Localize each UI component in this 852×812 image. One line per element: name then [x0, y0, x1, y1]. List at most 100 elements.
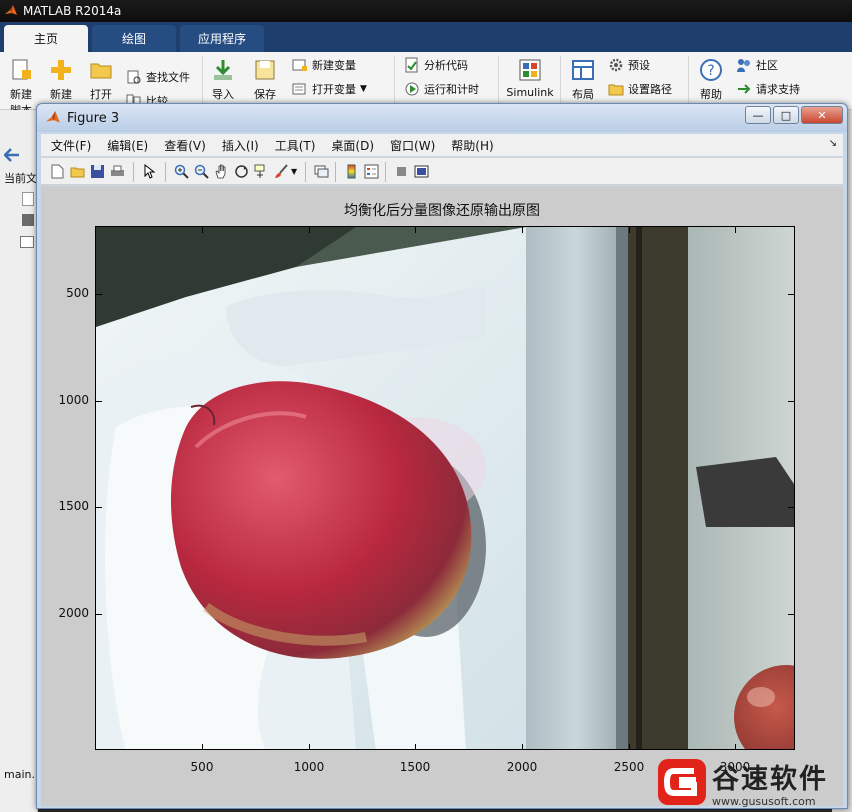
import-button[interactable]: 导入 — [204, 58, 242, 102]
x-tick-mark — [202, 744, 203, 750]
y-tick-label: 500 — [66, 286, 89, 300]
community-label: 社区 — [756, 59, 778, 72]
find-files-button[interactable]: 查找文件 — [126, 68, 190, 86]
menu-view[interactable]: 查看(V) — [164, 137, 206, 154]
pointer-icon — [144, 164, 156, 179]
plus-icon — [51, 60, 71, 80]
x-tick-label: 2000 — [506, 760, 538, 774]
community-icon — [737, 59, 750, 72]
community-button[interactable]: 社区 — [736, 56, 778, 74]
zoom-in-icon — [174, 164, 189, 179]
y-tick-mark — [96, 507, 102, 508]
link-plot-button[interactable] — [313, 163, 330, 180]
ribbon-tab-bar: 主页 绘图 应用程序 — [0, 22, 852, 52]
new-label: 新建 — [50, 88, 72, 101]
current-folder-panel: 当前文 main. — [0, 110, 38, 812]
pan-button[interactable] — [213, 163, 230, 180]
menu-edit[interactable]: 编辑(E) — [107, 137, 148, 154]
tab-apps[interactable]: 应用程序 — [180, 25, 264, 52]
new-variable-button[interactable]: 新建变量 — [292, 56, 356, 74]
insert-colorbar-button[interactable] — [343, 163, 360, 180]
y-tick-mark — [788, 401, 794, 402]
run-and-time-button[interactable]: 运行和计时 — [404, 80, 479, 98]
toolbar-separator — [165, 162, 166, 182]
editor-file-tab[interactable]: main. — [4, 768, 35, 781]
save-button[interactable]: 保存 — [246, 58, 284, 102]
matlab-logo-icon — [46, 111, 60, 123]
figure-window: Figure 3 — □ ✕ 文件(F) 编辑(E) 查看(V) 插入(I) 工… — [36, 103, 848, 809]
plot-title: 均衡化后分量图像还原输出原图 — [344, 203, 540, 219]
edit-plot-button[interactable] — [141, 163, 158, 180]
x-tick-mark — [735, 227, 736, 233]
printer-icon — [111, 165, 124, 176]
y-tick-mark — [96, 614, 102, 615]
open-variable-button[interactable]: 打开变量 ▼ — [292, 80, 367, 98]
figure-canvas: 均衡化后分量图像还原输出原图 500 1000 1500 2000 500 10… — [41, 186, 843, 806]
y-tick-label: 1500 — [58, 499, 89, 513]
menu-tools[interactable]: 工具(T) — [275, 137, 316, 154]
chevron-down-icon[interactable]: ▼ — [291, 167, 297, 176]
new-figure-button[interactable] — [49, 163, 66, 180]
image-file-icon[interactable] — [20, 236, 34, 248]
analyze-code-button[interactable]: 分析代码 — [404, 56, 468, 74]
analyze-code-label: 分析代码 — [424, 59, 468, 72]
insert-legend-button[interactable] — [363, 163, 380, 180]
new-variable-icon — [292, 59, 307, 71]
open-button[interactable]: 打开 — [82, 58, 120, 102]
new-button[interactable]: 新建 — [42, 58, 80, 102]
layout-label: 布局 — [572, 88, 594, 101]
request-support-label: 请求支持 — [756, 83, 800, 96]
menu-desktop[interactable]: 桌面(D) — [331, 137, 374, 154]
open-file-button[interactable] — [69, 163, 86, 180]
support-icon — [738, 84, 751, 94]
save-figure-button[interactable] — [89, 163, 106, 180]
image-axes[interactable] — [95, 226, 795, 750]
tab-plots[interactable]: 绘图 — [92, 25, 176, 52]
simulink-button[interactable]: Simulink — [504, 58, 556, 99]
minimize-button[interactable]: — — [745, 106, 771, 124]
zoom-out-button[interactable] — [193, 163, 210, 180]
maximize-button[interactable]: □ — [773, 106, 799, 124]
close-button[interactable]: ✕ — [801, 106, 843, 124]
show-plot-tools-button[interactable] — [413, 163, 430, 180]
new-file-icon — [51, 164, 64, 179]
dock-arrow-icon[interactable]: ↘ — [829, 138, 837, 149]
menu-help[interactable]: 帮助(H) — [451, 137, 493, 154]
layout-button[interactable]: 布局 — [564, 58, 602, 102]
import-icon — [214, 60, 232, 80]
menu-window[interactable]: 窗口(W) — [390, 137, 435, 154]
open-variable-icon — [292, 83, 306, 95]
data-cursor-button[interactable] — [253, 163, 270, 180]
file-icon[interactable] — [22, 192, 34, 206]
hide-plot-tools-button[interactable] — [393, 163, 410, 180]
x-tick-label: 1000 — [293, 760, 325, 774]
brush-button[interactable] — [273, 163, 290, 180]
request-support-button[interactable]: 请求支持 — [736, 80, 800, 98]
menu-insert[interactable]: 插入(I) — [222, 137, 259, 154]
print-figure-button[interactable] — [109, 163, 126, 180]
chevron-down-icon[interactable]: ▼ — [360, 84, 367, 94]
back-arrow-icon[interactable] — [4, 148, 20, 162]
help-button[interactable]: ? 帮助 — [692, 58, 730, 102]
rotate-3d-button[interactable] — [233, 163, 250, 180]
ribbon-separator — [688, 56, 689, 106]
figure-toolbar: ▼ — [41, 157, 843, 185]
figure-titlebar[interactable]: Figure 3 — □ ✕ — [37, 104, 847, 132]
tab-home[interactable]: 主页 — [4, 25, 88, 52]
menu-file[interactable]: 文件(F) — [51, 137, 91, 154]
matlab-file-icon[interactable] — [22, 214, 34, 226]
set-path-button[interactable]: 设置路径 — [608, 80, 672, 98]
zoom-in-button[interactable] — [173, 163, 190, 180]
preferences-button[interactable]: 预设 — [608, 56, 650, 74]
save-workspace-icon — [255, 60, 275, 80]
y-tick-mark — [96, 294, 102, 295]
folder-icon — [90, 63, 112, 79]
x-tick-label: 1500 — [399, 760, 431, 774]
app-title: MATLAB R2014a — [23, 4, 122, 18]
hand-icon — [215, 164, 226, 179]
watermark-logo-icon — [658, 759, 706, 805]
find-files-icon — [127, 70, 141, 84]
x-tick-mark — [309, 227, 310, 233]
open-label: 打开 — [90, 88, 112, 101]
new-script-button[interactable]: 新建 脚本 — [2, 58, 40, 118]
